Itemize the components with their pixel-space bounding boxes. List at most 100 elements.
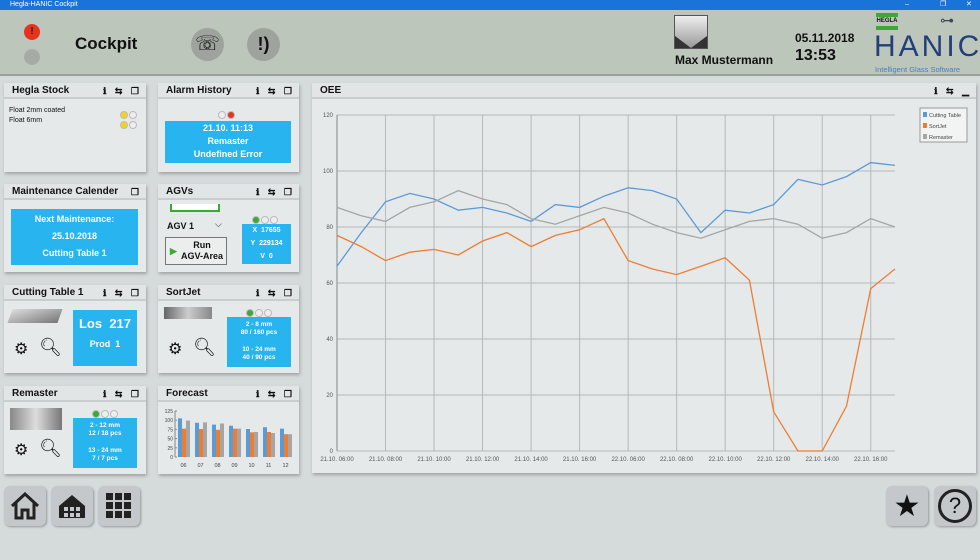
y-tick-label: 50 xyxy=(167,437,173,443)
forecast-bar xyxy=(233,428,237,457)
remaster-info[interactable]: 2 - 12 mm 12 / 18 pcs 13 - 24 mm 7 / 7 pcs xyxy=(73,418,137,468)
minimize-button[interactable]: – xyxy=(905,0,909,10)
settings-icon[interactable]: ⚙ xyxy=(14,440,28,460)
legend-label: SortJet xyxy=(929,124,947,130)
search-icon[interactable]: 🔍︎ xyxy=(193,337,216,358)
forecast-bar xyxy=(246,429,250,457)
x-tick-label: 08 xyxy=(214,463,220,469)
panel-title: Alarm History xyxy=(166,85,232,96)
maintenance-card[interactable]: Next Maintenance: 25.10.2018 Cutting Tab… xyxy=(11,209,138,265)
forecast-bar xyxy=(250,432,254,457)
panel-actions[interactable]: ℹ ⇆ ❐ xyxy=(256,184,295,200)
favorites-button[interactable]: ★ xyxy=(886,486,928,526)
maintenance-label: Next Maintenance: xyxy=(34,214,115,224)
y-tick-label: 25 xyxy=(167,446,173,452)
panel-actions[interactable]: ℹ ⇆ ❐ xyxy=(256,83,295,99)
status-dot xyxy=(255,309,263,317)
panel-remaster: Remaster ℹ ⇆ ❐ ⚙ 🔍︎ 2 - 12 mm 12 / 18 pcs 1… xyxy=(4,386,146,474)
x-tick-label: 22.10. 14:00 xyxy=(806,457,840,463)
cutting-info[interactable]: Los 217 Prod 1 xyxy=(73,310,137,366)
avatar[interactable] xyxy=(674,15,708,49)
run-agv-area-button[interactable]: ▶ Run AGV-Area xyxy=(165,237,227,265)
alarm-signal-icon[interactable]: ! xyxy=(24,24,40,40)
agv-select[interactable]: AGV 1 xyxy=(167,221,194,231)
search-icon[interactable]: 🔍︎ xyxy=(39,438,62,459)
los-number: 217 xyxy=(109,316,132,331)
forecast-chart: 0 25 50 75 100 125 06 07 08 09 10 11 12 xyxy=(165,409,292,469)
panel-cutting-table: Cutting Table 1 ℹ ⇆ ❐ ⚙ 🔍︎ Los 217 Prod 1 xyxy=(4,285,146,373)
y-tick-label: 100 xyxy=(323,169,334,175)
close-button[interactable]: ✕ xyxy=(966,0,972,10)
forecast-bar xyxy=(220,423,224,457)
forecast-bar xyxy=(280,428,284,457)
factory-button[interactable] xyxy=(51,486,93,526)
x-tick-label: 21.10. 14:00 xyxy=(514,457,548,463)
alarm-card[interactable]: 21.10. 11:13 Remaster Undefined Error xyxy=(165,121,291,163)
forecast-bar xyxy=(271,433,275,457)
series-line-sortjet xyxy=(336,217,896,452)
maintenance-date: 25.10.2018 xyxy=(51,231,98,241)
star-icon: ★ xyxy=(893,489,921,523)
machine-image xyxy=(10,408,62,430)
y-tick-label: 20 xyxy=(326,393,333,399)
agv-v: 0 xyxy=(268,253,273,260)
forecast-bar xyxy=(182,428,186,457)
y-tick-label: 0 xyxy=(330,449,334,455)
forecast-bar xyxy=(288,434,292,457)
status-light-icon xyxy=(24,49,40,65)
apps-grid-button[interactable] xyxy=(98,486,140,526)
x-tick-label: 21.10. 06:00 xyxy=(320,457,354,463)
window-titlebar: Hegla-HANIC Cockpit xyxy=(0,0,980,10)
restore-button[interactable]: ❐ xyxy=(940,0,946,10)
x-tick-label: 10 xyxy=(248,463,254,469)
panel-title: Remaster xyxy=(12,388,58,399)
x-tick-label: 22.10. 16:00 xyxy=(854,457,888,463)
panel-title: Hegla Stock xyxy=(12,85,70,96)
forecast-bar xyxy=(229,425,233,457)
agv-y: 229134 xyxy=(259,240,283,247)
x-tick-label: 21.10. 16:00 xyxy=(563,457,597,463)
window-title: Hegla-HANIC Cockpit xyxy=(10,1,78,8)
time: 13:53 xyxy=(795,47,836,64)
panel-actions[interactable]: ℹ ⇆ ❐ xyxy=(103,386,142,402)
search-icon[interactable]: 🔍︎ xyxy=(39,337,62,358)
x-tick-label: 22.10. 06:00 xyxy=(611,457,645,463)
forecast-bar xyxy=(216,429,220,457)
settings-icon[interactable]: ⚙ xyxy=(14,339,28,359)
panel-actions[interactable]: ❐ xyxy=(131,184,142,200)
stock-item: Float 6mm xyxy=(9,117,43,124)
settings-icon[interactable]: ⚙ xyxy=(168,339,182,359)
alert-signal-icon[interactable]: !) xyxy=(247,28,280,61)
phone-call-icon[interactable]: ☏ xyxy=(191,28,224,61)
panel-agvs: AGVs ℹ ⇆ ❐ AGV 1 ⌵ ▶ Run AGV-Area X 17655 … xyxy=(158,184,299,272)
home-button[interactable] xyxy=(4,486,46,526)
chevron-down-icon[interactable]: ⌵ xyxy=(215,219,222,230)
status-dot xyxy=(110,410,118,418)
status-dot xyxy=(261,216,269,224)
prod-number: 1 xyxy=(115,339,121,349)
grid-icon xyxy=(106,493,131,518)
legend-swatch xyxy=(923,123,927,128)
y-tick-label: 40 xyxy=(326,337,333,343)
help-button[interactable]: ? xyxy=(934,486,976,526)
status-dot xyxy=(227,111,235,119)
panel-sortjet: SortJet ℹ ⇆ ❐ ⚙ 🔍︎ 2 - 8 mm 80 / 160 pcs 10… xyxy=(158,285,299,373)
status-dot xyxy=(218,111,226,119)
y-tick-label: 75 xyxy=(167,427,173,433)
panel-actions[interactable]: ℹ ⇆ ❐ xyxy=(256,386,295,402)
play-icon: ▶ xyxy=(170,246,177,256)
x-tick-label: 12 xyxy=(282,463,288,469)
home-icon xyxy=(10,492,40,520)
panel-actions[interactable]: ℹ ⇆ ❐ xyxy=(103,285,142,301)
forecast-bar xyxy=(212,424,216,457)
alarm-message: Undefined Error xyxy=(193,149,263,159)
page-title: Cockpit xyxy=(75,34,138,53)
x-tick-label: 22.10. 10:00 xyxy=(708,457,742,463)
sortjet-info[interactable]: 2 - 8 mm 80 / 160 pcs 10 - 24 mm 40 / 90 pc… xyxy=(227,317,291,367)
alarm-time: 21.10. 11:13 xyxy=(202,123,254,133)
panel-actions[interactable]: ℹ ⇆ ❐ xyxy=(103,83,142,99)
panel-actions[interactable]: ℹ ⇆ ❐ xyxy=(256,285,295,301)
oee-chart: 0 20 40 60 80 100 120 21.10. 06:00 21.10. 08:00 2… xyxy=(320,107,968,463)
status-dot xyxy=(252,216,260,224)
status-dot xyxy=(129,121,137,129)
